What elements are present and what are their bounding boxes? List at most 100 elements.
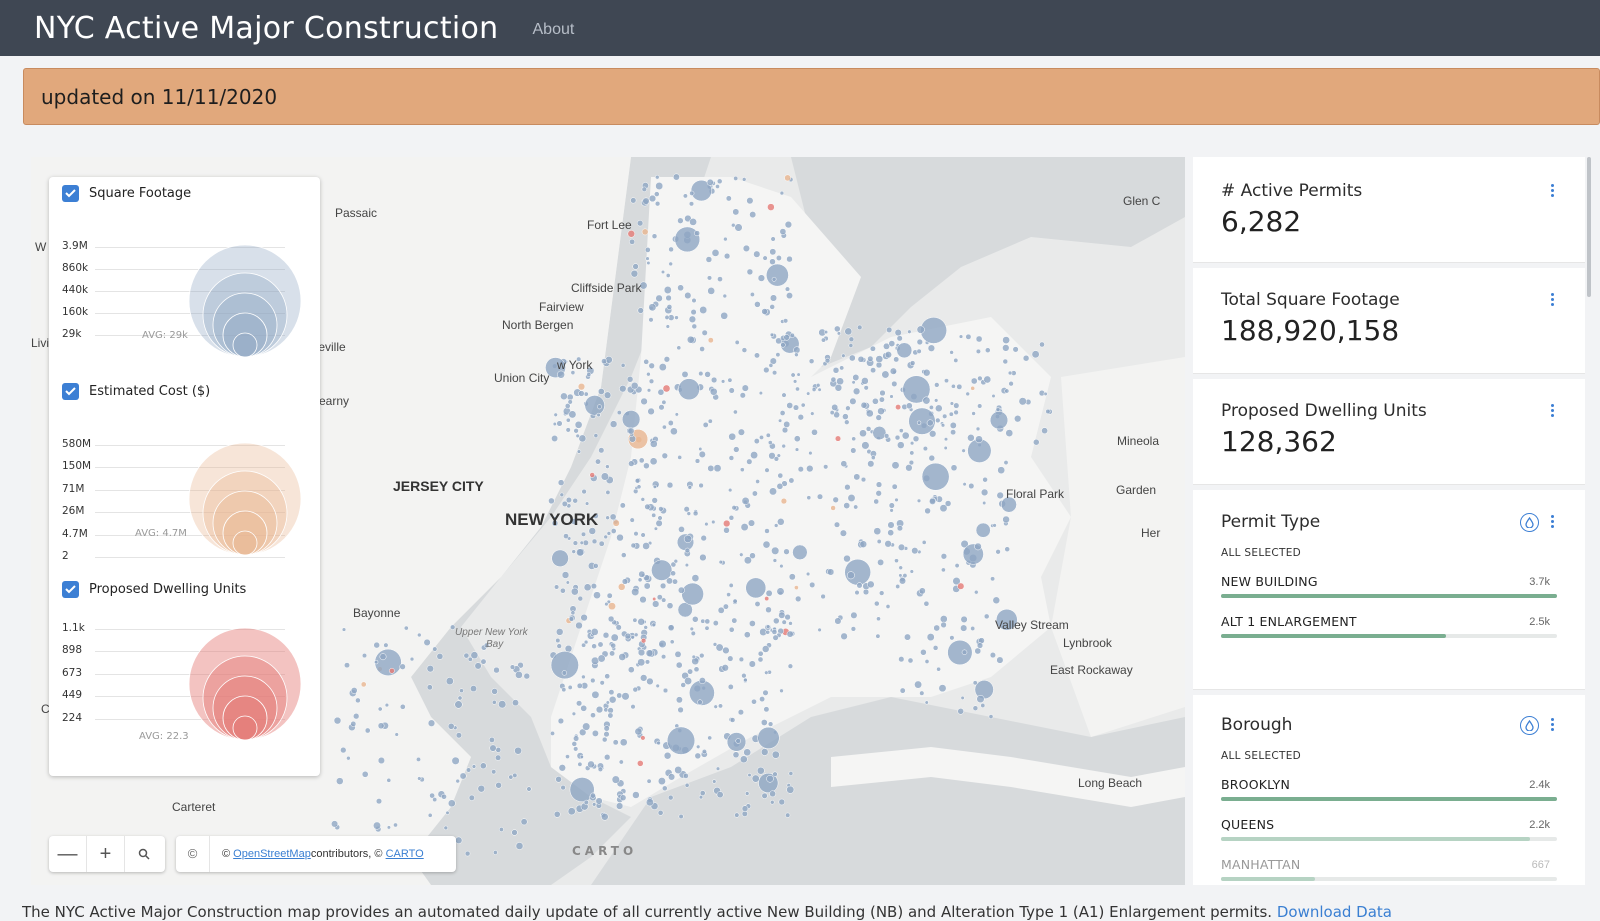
permit-dot[interactable] xyxy=(722,646,730,655)
permit-dot[interactable] xyxy=(591,538,598,545)
permit-dot[interactable] xyxy=(898,656,905,663)
permit-dot[interactable] xyxy=(753,438,760,445)
permit-dot[interactable] xyxy=(947,639,973,666)
permit-dot[interactable] xyxy=(788,771,794,776)
permit-dot[interactable] xyxy=(741,177,747,182)
permit-dot[interactable] xyxy=(630,635,635,640)
permit-dot[interactable] xyxy=(603,731,610,738)
permit-dot[interactable] xyxy=(377,756,385,765)
permit-dot[interactable] xyxy=(576,700,583,707)
permit-dot[interactable] xyxy=(596,412,601,418)
permit-dot[interactable] xyxy=(583,391,589,397)
permit-dot[interactable] xyxy=(660,269,666,275)
checkbox-units[interactable] xyxy=(62,581,79,598)
permit-dot[interactable] xyxy=(491,699,497,705)
permit-dot[interactable] xyxy=(652,484,657,489)
permit-dot[interactable] xyxy=(657,515,663,521)
permit-dot[interactable] xyxy=(857,324,863,331)
permit-dot[interactable] xyxy=(839,365,845,371)
permit-dot[interactable] xyxy=(901,431,910,440)
permit-dot[interactable] xyxy=(687,668,694,675)
permit-dot[interactable] xyxy=(386,825,391,830)
permit-dot[interactable] xyxy=(653,526,658,531)
permit-dot[interactable] xyxy=(616,533,624,542)
permit-dot[interactable] xyxy=(904,633,911,641)
permit-dot[interactable] xyxy=(577,761,583,767)
permit-dot[interactable] xyxy=(666,481,674,489)
permit-dot[interactable] xyxy=(749,620,756,627)
checkbox-sqft[interactable] xyxy=(62,185,79,202)
permit-dot[interactable] xyxy=(640,674,648,682)
permit-dot[interactable] xyxy=(646,388,652,393)
permit-dot[interactable] xyxy=(445,810,450,815)
permit-dot[interactable] xyxy=(664,314,670,320)
permit-dot[interactable] xyxy=(636,220,644,227)
permit-dot[interactable] xyxy=(783,548,790,555)
permit-dot[interactable] xyxy=(764,467,770,473)
permit-dot[interactable] xyxy=(839,529,847,537)
permit-dot[interactable] xyxy=(898,428,904,433)
permit-dot[interactable] xyxy=(674,315,679,320)
permit-dot[interactable] xyxy=(600,472,609,481)
permit-dot[interactable] xyxy=(843,554,851,563)
permit-dot[interactable] xyxy=(515,842,524,850)
permit-dot[interactable] xyxy=(739,392,746,399)
permit-dot[interactable] xyxy=(767,721,774,727)
permit-dot[interactable] xyxy=(741,673,747,679)
permit-dot[interactable] xyxy=(667,624,675,632)
permit-dot[interactable] xyxy=(489,744,497,752)
permit-dot[interactable] xyxy=(856,582,863,589)
permit-dot[interactable] xyxy=(716,791,724,799)
permit-dot[interactable] xyxy=(760,719,768,726)
permit-dot[interactable] xyxy=(992,523,997,528)
permit-dot[interactable] xyxy=(881,370,890,379)
permit-dot[interactable] xyxy=(429,792,435,799)
permit-dot[interactable] xyxy=(551,549,569,567)
permit-dot[interactable] xyxy=(632,791,640,799)
permit-dot[interactable] xyxy=(734,223,743,232)
permit-dot[interactable] xyxy=(905,402,913,410)
legend-units-toggle[interactable]: Proposed Dwelling Units xyxy=(62,581,246,598)
permit-dot[interactable] xyxy=(640,638,647,644)
permit-dot[interactable] xyxy=(662,424,667,430)
permit-dot[interactable] xyxy=(592,802,597,807)
permit-dot[interactable] xyxy=(658,639,667,649)
permit-dot[interactable] xyxy=(983,613,990,620)
permit-dot[interactable] xyxy=(556,643,562,649)
permit-dot[interactable] xyxy=(965,333,972,340)
permit-dot[interactable] xyxy=(761,308,768,315)
permit-dot[interactable] xyxy=(970,385,976,391)
permit-dot[interactable] xyxy=(996,491,1004,500)
permit-dot[interactable] xyxy=(629,238,636,245)
permit-dot[interactable] xyxy=(886,326,893,333)
permit-dot[interactable] xyxy=(627,666,635,674)
permit-dot[interactable] xyxy=(777,518,785,526)
permit-dot[interactable] xyxy=(640,735,646,741)
permit-dot[interactable] xyxy=(834,435,842,442)
permit-dot[interactable] xyxy=(832,367,840,374)
permit-dot[interactable] xyxy=(593,563,599,569)
permit-dot[interactable] xyxy=(707,418,713,424)
permit-dot[interactable] xyxy=(746,268,754,276)
permit-dot[interactable] xyxy=(832,496,839,503)
permit-dot[interactable] xyxy=(823,330,829,335)
permit-dot[interactable] xyxy=(609,513,617,521)
permit-dot[interactable] xyxy=(657,809,664,816)
permit-dot[interactable] xyxy=(551,435,559,442)
permit-dot[interactable] xyxy=(688,201,695,207)
permit-dot[interactable] xyxy=(561,670,568,676)
permit-dot[interactable] xyxy=(455,836,463,844)
permit-dot[interactable] xyxy=(555,637,561,644)
permit-dot[interactable] xyxy=(374,659,379,665)
permit-dot[interactable] xyxy=(739,552,744,557)
permit-dot[interactable] xyxy=(795,595,802,603)
permit-dot[interactable] xyxy=(779,563,784,569)
permit-dot[interactable] xyxy=(896,335,903,342)
permit-dot[interactable] xyxy=(848,354,856,362)
permit-dot[interactable] xyxy=(772,558,778,563)
permit-dot[interactable] xyxy=(691,323,698,330)
permit-dot[interactable] xyxy=(980,703,986,708)
permit-dot[interactable] xyxy=(580,704,588,712)
permit-dot[interactable] xyxy=(983,375,992,384)
permit-dot[interactable] xyxy=(751,490,758,497)
